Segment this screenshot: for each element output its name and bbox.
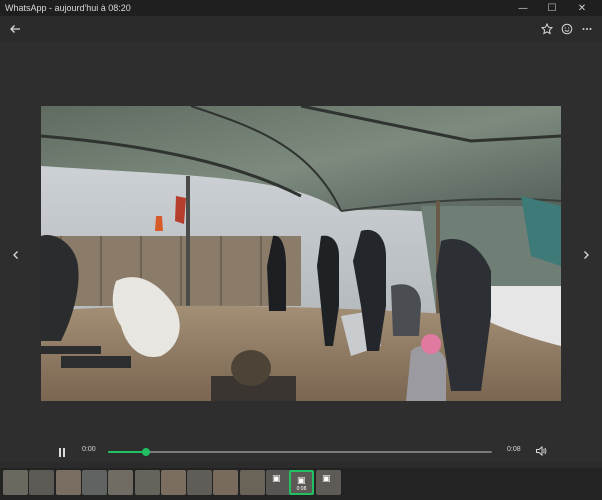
chevron-left-icon[interactable] bbox=[8, 247, 24, 263]
emoji-icon[interactable] bbox=[557, 20, 577, 38]
window-title: WhatsApp - aujourd'hui à 08:20 bbox=[5, 3, 131, 13]
star-icon[interactable] bbox=[537, 20, 557, 38]
filmstrip-thumbnail[interactable]: ▣ bbox=[266, 470, 291, 495]
filmstrip-thumbnail[interactable] bbox=[134, 470, 160, 495]
current-time: 0:00 bbox=[82, 446, 96, 453]
close-button[interactable]: ✕ bbox=[568, 0, 596, 16]
maximize-button[interactable]: ☐ bbox=[538, 0, 566, 16]
filmstrip-thumbnail[interactable] bbox=[213, 470, 239, 495]
thumbnail-duration: 0:08 bbox=[296, 486, 307, 492]
filmstrip-thumbnail[interactable] bbox=[3, 470, 28, 495]
video-icon: ▣ bbox=[272, 474, 281, 484]
filmstrip-thumbnail[interactable]: ▣ bbox=[316, 470, 341, 495]
filmstrip-thumbnail[interactable] bbox=[81, 470, 107, 495]
pause-button[interactable] bbox=[56, 446, 68, 458]
filmstrip-thumbnail[interactable] bbox=[108, 470, 134, 495]
seek-bar[interactable] bbox=[108, 448, 492, 456]
title-bar: WhatsApp - aujourd'hui à 08:20 — ☐ ✕ bbox=[0, 0, 602, 16]
video-icon: ▣ bbox=[322, 474, 331, 484]
media-viewer bbox=[0, 42, 602, 462]
video-frame[interactable] bbox=[41, 106, 561, 401]
filmstrip-thumbnail[interactable] bbox=[55, 470, 81, 495]
minimize-button[interactable]: — bbox=[509, 0, 537, 16]
duration: 0:08 bbox=[507, 446, 521, 453]
media-filmstrip: ▣ ▣ 0:08 ▣ bbox=[0, 468, 602, 500]
chevron-right-icon[interactable] bbox=[578, 247, 594, 263]
volume-icon[interactable] bbox=[535, 445, 547, 460]
filmstrip-thumbnail[interactable]: ▣ 0:08 bbox=[289, 470, 314, 495]
seek-bar-progress bbox=[108, 451, 147, 453]
back-arrow-icon[interactable] bbox=[5, 20, 25, 38]
seek-handle[interactable] bbox=[142, 448, 151, 456]
filmstrip-thumbnail[interactable] bbox=[160, 470, 186, 495]
viewer-toolbar bbox=[0, 16, 602, 42]
filmstrip-thumbnail[interactable] bbox=[187, 470, 213, 495]
filmstrip-thumbnail[interactable] bbox=[239, 470, 265, 495]
filmstrip-thumbnail[interactable] bbox=[29, 470, 55, 495]
player-controls: 0:00 0:08 bbox=[49, 444, 550, 460]
more-icon[interactable] bbox=[577, 20, 597, 38]
